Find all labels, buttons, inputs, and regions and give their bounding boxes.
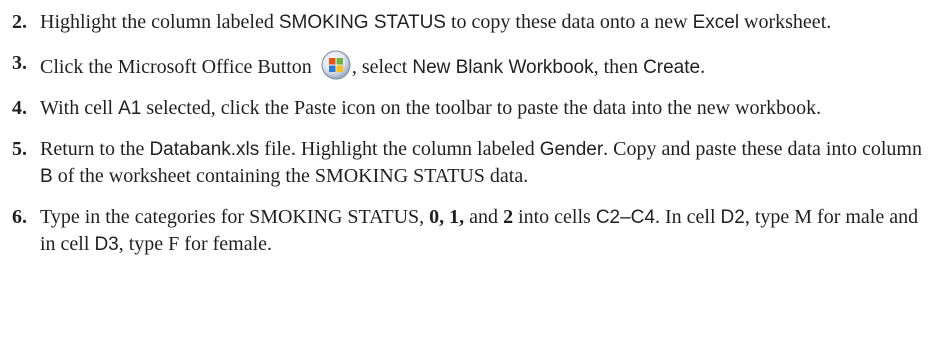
instruction-list: 2. Highlight the column labeled SMOKING … xyxy=(0,0,937,258)
step-2: 2. Highlight the column labeled SMOKING … xyxy=(12,9,937,36)
text-run: , then xyxy=(593,56,644,78)
step-text: Highlight the column labeled SMOKING STA… xyxy=(40,9,937,36)
step-number: 4. xyxy=(12,97,27,119)
text-run: to copy these data onto a new xyxy=(445,11,693,33)
text-run: selected, click the Paste icon on the to… xyxy=(141,97,822,119)
step-6: 6. Type in the categories for SMOKING ST… xyxy=(12,204,937,258)
text-run: worksheet. xyxy=(739,11,832,33)
cell-reference: D2 xyxy=(720,207,745,228)
step-text: Type in the categories for SMOKING STATU… xyxy=(40,204,937,258)
cell-reference: D3 xyxy=(94,234,119,255)
text-run: . Copy and paste these data into column xyxy=(603,138,922,160)
text-run: into cells xyxy=(513,206,596,228)
text-run: With cell xyxy=(40,97,119,119)
step-number: 3. xyxy=(12,52,27,74)
text-run: , select xyxy=(351,56,413,78)
text-run: Return to the xyxy=(40,138,150,160)
text-run: . xyxy=(700,56,706,78)
step-number: 5. xyxy=(12,138,27,160)
menu-item-name: New Blank Workbook xyxy=(412,57,594,78)
step-number: 2. xyxy=(12,11,27,33)
step-5: 5. Return to the Databank.xls file. High… xyxy=(12,136,937,190)
cell-reference: A1 xyxy=(118,98,142,119)
text-run: file. Highlight the column labeled xyxy=(259,138,540,160)
text-run: Highlight the column labeled xyxy=(40,11,279,33)
step-3: 3. Click the Microsoft Office Button , s… xyxy=(12,50,937,81)
text-run: of the worksheet containing the SMOKING … xyxy=(52,165,529,187)
column-name: Gender xyxy=(539,139,604,160)
text-run: Click the Microsoft Office Button xyxy=(40,56,317,78)
column-name: SMOKING STATUS xyxy=(278,12,446,33)
step-text: With cell A1 selected, click the Paste i… xyxy=(40,95,937,122)
file-name: Databank.xls xyxy=(149,139,260,160)
category-values: 0, 1, xyxy=(429,206,465,228)
step-4: 4. With cell A1 selected, click the Past… xyxy=(12,95,937,122)
app-name: Excel xyxy=(692,12,740,33)
column-reference: B xyxy=(40,166,53,187)
text-run: , type F for female. xyxy=(118,233,273,255)
category-value: 2 xyxy=(503,206,514,228)
cell-range: C2–C4 xyxy=(595,207,655,228)
step-number: 6. xyxy=(12,206,27,228)
step-text: Return to the Databank.xls file. Highlig… xyxy=(40,136,937,190)
text-run: and xyxy=(464,206,504,228)
button-name: Create xyxy=(643,57,701,78)
microsoft-office-button-icon xyxy=(321,50,351,80)
text-run: . In cell xyxy=(654,206,721,228)
step-text: Click the Microsoft Office Button , sele… xyxy=(40,50,937,81)
text-run: Type in the categories for SMOKING STATU… xyxy=(40,206,430,228)
